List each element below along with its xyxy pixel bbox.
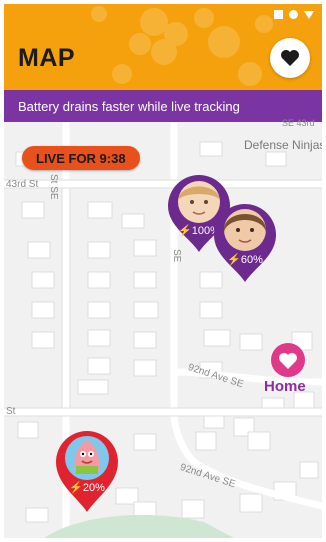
banner-text: Battery drains faster while live trackin… bbox=[18, 98, 240, 114]
battery-warning-banner: Battery drains faster while live trackin… bbox=[4, 90, 322, 122]
family-member-marker[interactable]: ⚡20% bbox=[54, 428, 120, 512]
status-bar-icons bbox=[274, 10, 314, 19]
street-label-se-43rd: SE 43rd bbox=[282, 118, 315, 128]
battery-label: ⚡60% bbox=[227, 254, 263, 266]
home-label: Home bbox=[264, 378, 306, 395]
page-title: MAP bbox=[18, 44, 76, 72]
favorite-button[interactable] bbox=[270, 38, 310, 78]
map-pin-icon bbox=[214, 204, 276, 282]
street-label-43rd: 43rd St bbox=[6, 179, 39, 190]
signal-dot-icon bbox=[289, 10, 298, 19]
map-pin-icon bbox=[56, 431, 118, 512]
home-marker[interactable] bbox=[270, 342, 306, 383]
phone-screen: MAP Battery drains faster while live tra… bbox=[4, 4, 322, 538]
live-timer-label: LIVE FOR 9:38 bbox=[36, 150, 126, 166]
live-timer-badge: LIVE FOR 9:38 bbox=[22, 146, 140, 170]
heart-icon bbox=[281, 50, 299, 66]
wifi-triangle-icon bbox=[304, 10, 314, 19]
street-label-st-se: St SE bbox=[48, 174, 59, 200]
family-member-marker[interactable]: ⚡60% bbox=[212, 202, 278, 282]
street-label-st: St bbox=[6, 406, 16, 417]
notification-square-icon bbox=[274, 10, 283, 19]
app-header: MAP bbox=[4, 4, 322, 90]
home-heart-icon bbox=[271, 343, 305, 377]
battery-label: ⚡20% bbox=[69, 482, 105, 494]
place-label-defense-ninjas: Defense Ninjas bbox=[244, 138, 322, 152]
